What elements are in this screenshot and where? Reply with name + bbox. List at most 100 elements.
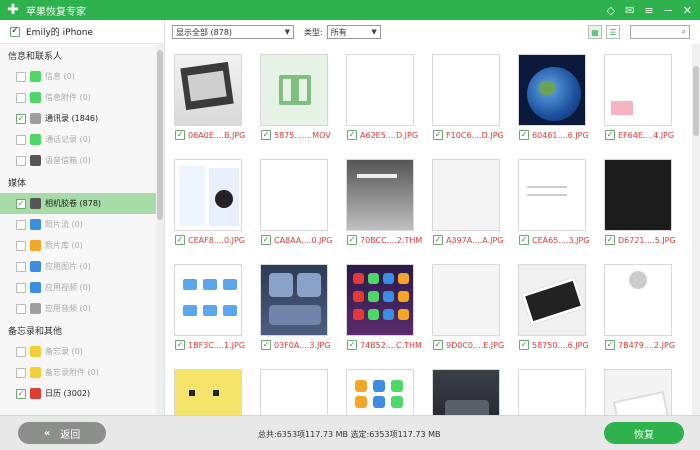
media-checkbox[interactable]: ✓	[605, 340, 615, 350]
list-view-icon[interactable]: ☰	[606, 25, 620, 39]
media-thumbnail[interactable]	[432, 159, 500, 231]
category-checkbox[interactable]	[16, 282, 26, 293]
media-checkbox[interactable]: ✓	[433, 340, 443, 350]
media-thumbnail[interactable]	[604, 159, 672, 231]
media-item[interactable]	[254, 361, 330, 415]
sidebar-item[interactable]: 信息附件 (0)	[0, 87, 164, 108]
media-checkbox[interactable]: ✓	[433, 130, 443, 140]
diamond-icon[interactable]: ◇	[607, 4, 615, 17]
recover-button[interactable]: 恢复	[604, 422, 684, 444]
category-checkbox[interactable]	[16, 240, 26, 251]
media-thumbnail[interactable]	[260, 159, 328, 231]
media-item[interactable]: ✓ 9D0C0....E.JPG	[426, 256, 504, 358]
media-thumbnail[interactable]	[260, 369, 328, 415]
category-checkbox[interactable]	[16, 155, 26, 166]
device-checkbox[interactable]: ✓	[10, 26, 20, 37]
media-checkbox[interactable]: ✓	[261, 235, 271, 245]
media-thumbnail[interactable]	[604, 369, 672, 415]
sidebar-item[interactable]: 照片流 (0)	[0, 214, 164, 235]
media-item[interactable]: ✓ 1BF3C....1.JPG	[168, 256, 245, 358]
media-thumbnail[interactable]	[432, 369, 500, 415]
sidebar-scroll-thumb[interactable]	[157, 50, 163, 220]
sidebar-item[interactable]: 信息 (0)	[0, 66, 164, 87]
media-thumbnail[interactable]	[346, 54, 414, 126]
device-row[interactable]: ✓ Emily的 iPhone	[0, 20, 164, 44]
media-item[interactable]: ✓ A397A....A.JPG	[426, 151, 504, 253]
sidebar-item[interactable]: 备忘录 (0)	[0, 341, 164, 362]
category-checkbox[interactable]	[16, 92, 26, 103]
category-checkbox[interactable]	[16, 134, 26, 145]
category-checkbox[interactable]	[16, 303, 26, 314]
category-checkbox[interactable]: ✓	[16, 388, 26, 399]
media-item[interactable]: ✓ A62E5....D.JPG	[340, 46, 418, 148]
media-thumbnail[interactable]	[604, 54, 672, 126]
media-item[interactable]: ✓ EF64E....4.JPG	[598, 46, 674, 148]
category-checkbox[interactable]	[16, 71, 26, 82]
media-checkbox[interactable]: ✓	[261, 130, 271, 140]
media-item[interactable]: ✓ 06A0E....B.JPG	[168, 46, 245, 148]
media-thumbnail[interactable]	[432, 54, 500, 126]
media-checkbox[interactable]: ✓	[175, 130, 185, 140]
sidebar-item[interactable]: 备忘录附件 (0)	[0, 362, 164, 383]
media-thumbnail[interactable]	[518, 159, 586, 231]
media-item[interactable]: ✓ 74B52....C.THM	[340, 256, 422, 358]
media-checkbox[interactable]: ✓	[433, 235, 443, 245]
media-checkbox[interactable]: ✓	[519, 130, 529, 140]
category-checkbox[interactable]: ✓	[16, 198, 26, 209]
media-checkbox[interactable]: ✓	[519, 235, 529, 245]
media-checkbox[interactable]: ✓	[175, 235, 185, 245]
sidebar-item[interactable]: 应用视频 (0)	[0, 277, 164, 298]
sidebar-item[interactable]: 通话记录 (0)	[0, 129, 164, 150]
sidebar-item[interactable]: 照片库 (0)	[0, 235, 164, 256]
media-thumbnail[interactable]	[174, 369, 242, 415]
media-thumbnail[interactable]	[174, 54, 242, 126]
media-item[interactable]	[426, 361, 502, 415]
media-checkbox[interactable]: ✓	[347, 130, 357, 140]
category-checkbox[interactable]	[16, 219, 26, 230]
media-thumbnail[interactable]	[174, 159, 242, 231]
media-checkbox[interactable]: ✓	[519, 340, 529, 350]
media-item[interactable]: ✓ F10C6....D.JPG	[426, 46, 504, 148]
media-thumbnail[interactable]	[346, 369, 414, 415]
menu-icon[interactable]: ≡	[644, 4, 653, 17]
media-item[interactable]: ✓ 70BCC....2.THM	[340, 151, 422, 253]
sidebar-item[interactable]: 应用音频 (0)	[0, 298, 164, 319]
sidebar-scrollbar[interactable]	[156, 44, 164, 415]
media-thumbnail[interactable]	[346, 264, 414, 336]
media-item[interactable]	[512, 361, 588, 415]
media-thumbnail[interactable]	[604, 264, 672, 336]
media-thumbnail[interactable]	[432, 264, 500, 336]
media-item[interactable]: ✓ 7B479....2.JPG	[598, 256, 675, 358]
media-checkbox[interactable]: ✓	[261, 340, 271, 350]
sidebar-item[interactable]: 应用图片 (0)	[0, 256, 164, 277]
media-thumbnail[interactable]	[260, 264, 328, 336]
category-checkbox[interactable]: ✓	[16, 113, 26, 124]
filter-select[interactable]: 显示全部 (878) ▼	[172, 25, 294, 39]
grid-scroll-thumb[interactable]	[693, 66, 699, 136]
sidebar-item[interactable]: ✓ 通讯录 (1846)	[0, 108, 164, 129]
media-item[interactable]: ✓ 60461....6.JPG	[512, 46, 589, 148]
media-item[interactable]: ✓ CEA65....3.JPG	[512, 151, 589, 253]
grid-view-icon[interactable]: ▦	[588, 25, 602, 39]
media-checkbox[interactable]: ✓	[605, 130, 615, 140]
media-thumbnail[interactable]	[518, 369, 586, 415]
media-item[interactable]	[340, 361, 416, 415]
sidebar-item[interactable]: 语音信箱 (0)	[0, 150, 164, 171]
media-thumbnail[interactable]	[260, 54, 328, 126]
media-item[interactable]: ✓ 03F0A....3.JPG	[254, 256, 330, 358]
media-item[interactable]: ✓ 58750....6.JPG	[512, 256, 589, 358]
media-item[interactable]: ✓ CA8AA....0.JPG	[254, 151, 332, 253]
media-checkbox[interactable]: ✓	[175, 340, 185, 350]
close-icon[interactable]: ✕	[683, 4, 692, 17]
media-thumbnail[interactable]	[518, 54, 586, 126]
media-checkbox[interactable]: ✓	[347, 235, 357, 245]
category-checkbox[interactable]	[16, 346, 26, 357]
media-item[interactable]: ✓ 5875.......MOV	[254, 46, 331, 148]
media-item[interactable]	[598, 361, 674, 415]
media-thumbnail[interactable]	[346, 159, 414, 231]
media-thumbnail[interactable]	[518, 264, 586, 336]
feedback-icon[interactable]: ✉	[625, 4, 634, 17]
media-item[interactable]	[168, 361, 244, 415]
media-checkbox[interactable]: ✓	[347, 340, 357, 350]
search-input[interactable]: ⌕	[630, 25, 690, 39]
